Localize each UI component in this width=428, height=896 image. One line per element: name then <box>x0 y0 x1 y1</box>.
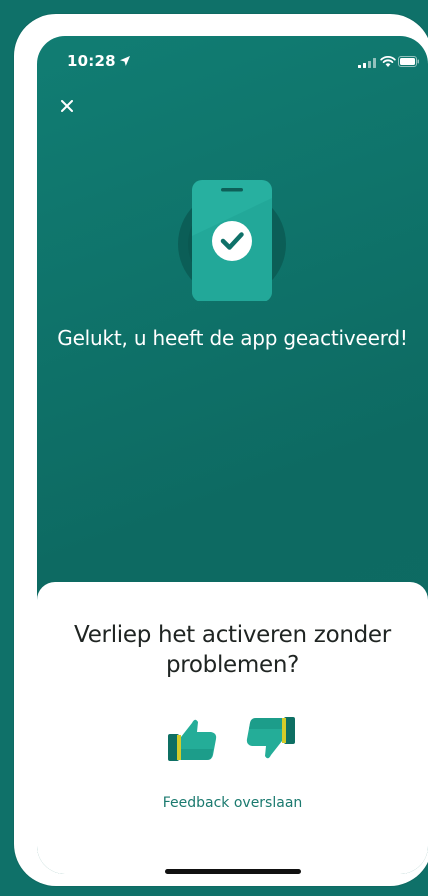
success-message: Gelukt, u heeft de app geactiveerd! <box>57 326 408 350</box>
thumbs-up-icon <box>168 719 217 761</box>
app-screen: 10:28 Gelukt, u heeft de app geactiveerd… <box>37 36 428 874</box>
signal-icon <box>358 58 376 68</box>
feedback-sheet: Verliep het activeren zonder problemen? … <box>37 582 428 874</box>
battery-icon <box>398 56 419 67</box>
home-indicator <box>165 869 301 874</box>
location-arrow-icon <box>120 56 130 66</box>
status-bar: 10:28 <box>37 36 428 88</box>
feedback-question: Verliep het activeren zonder problemen? <box>74 622 391 678</box>
skip-feedback-link[interactable]: Feedback overslaan <box>37 795 428 811</box>
thumbs-down-button[interactable] <box>244 712 298 766</box>
thumbs-down-icon <box>246 717 295 759</box>
wifi-icon <box>380 55 396 67</box>
thumbs-up-button[interactable] <box>165 712 219 766</box>
status-time: 10:28 <box>67 52 116 70</box>
phone-checkmark-icon <box>178 180 286 301</box>
close-button[interactable] <box>55 94 79 118</box>
close-icon <box>61 100 73 112</box>
